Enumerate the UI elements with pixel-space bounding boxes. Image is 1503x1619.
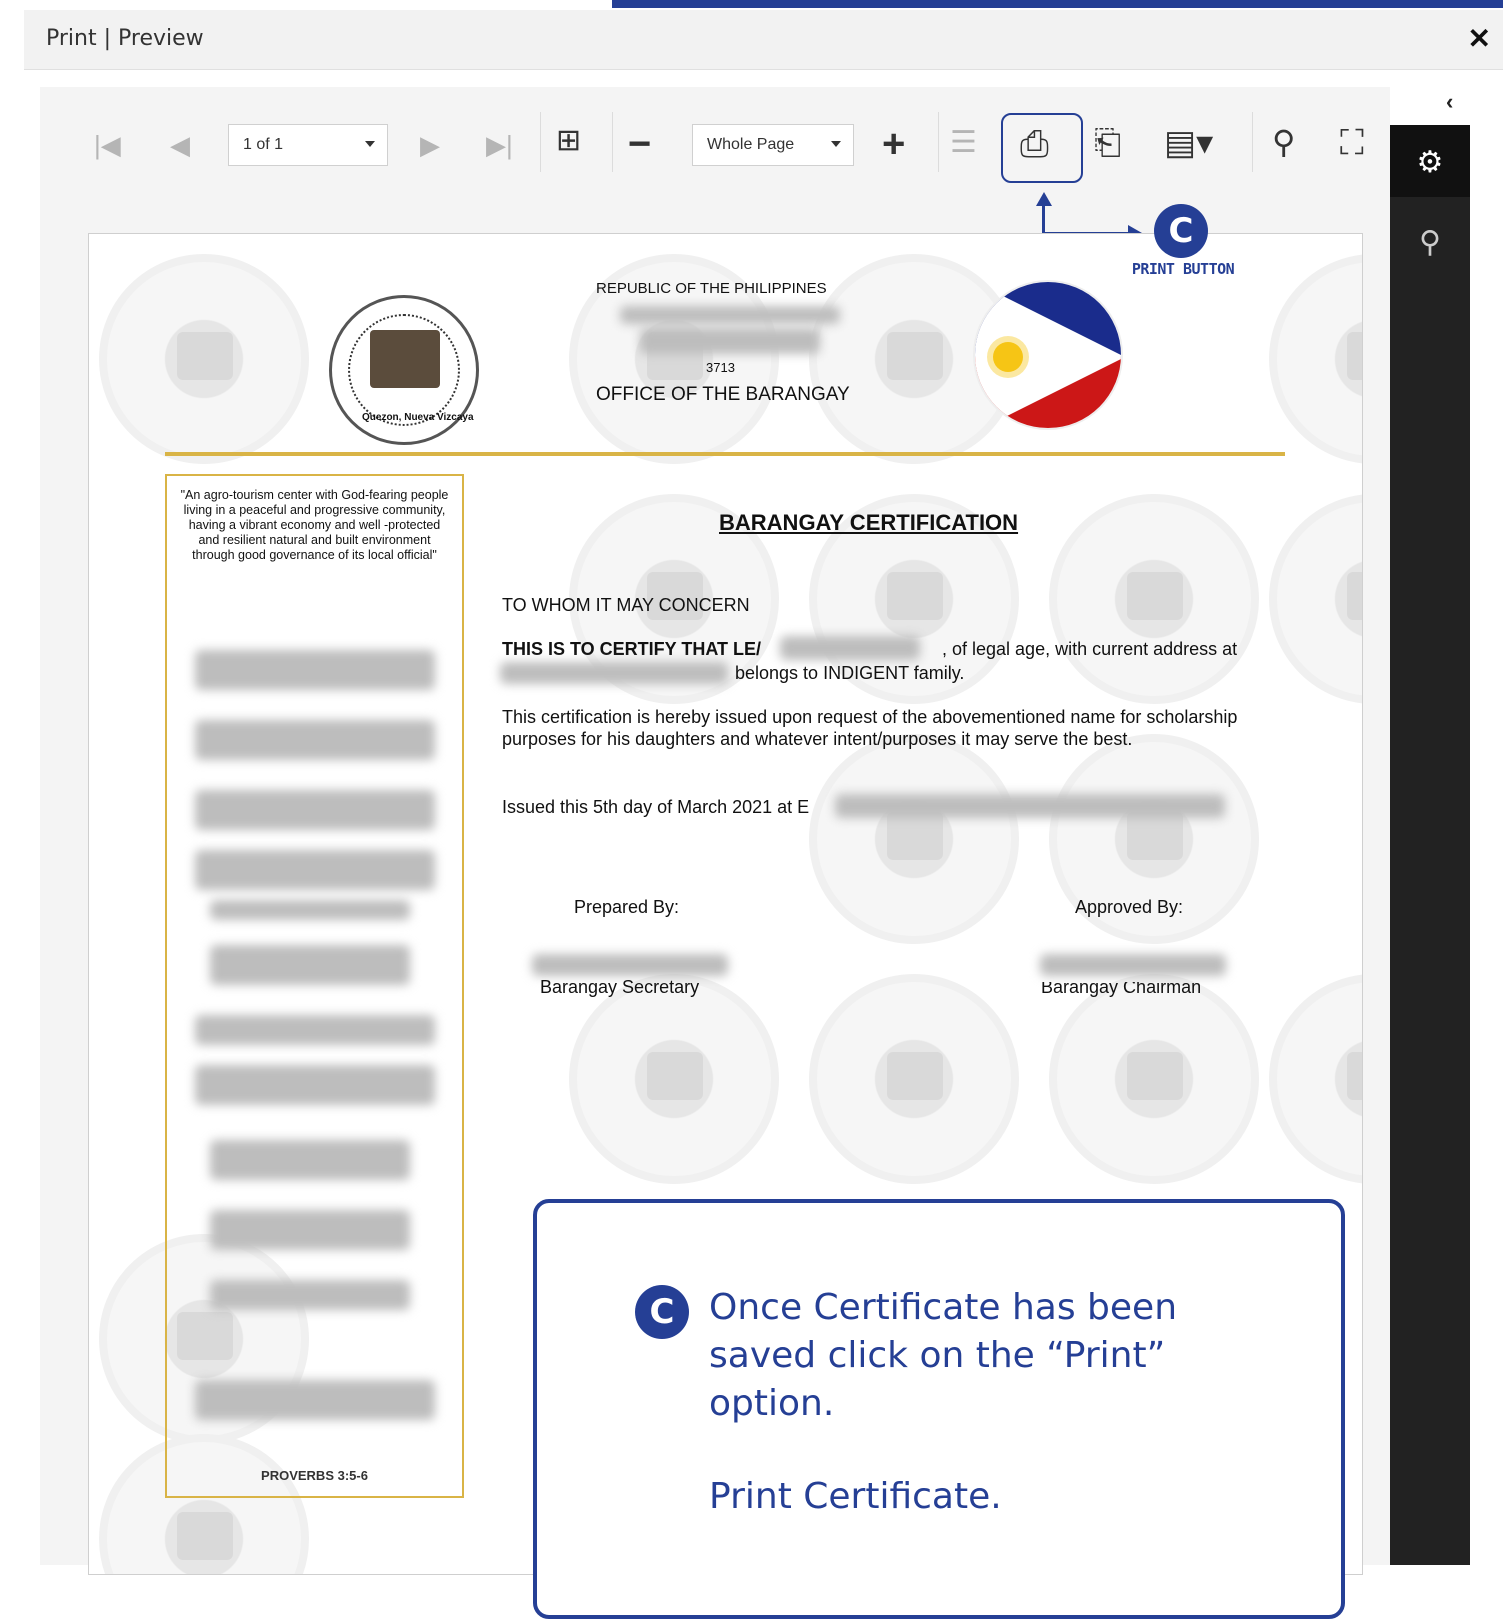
callout-badge: C	[635, 1285, 689, 1339]
panel-tabs	[1390, 125, 1470, 1565]
vision-motto: "An agro-tourism center with God-fearing…	[180, 488, 449, 562]
redacted-officials	[195, 1380, 435, 1420]
page-selector-value: 1 of 1	[243, 136, 284, 153]
annotation-label: PRINT BUTTON	[1131, 260, 1235, 278]
first-page-icon[interactable]: |◀	[94, 132, 121, 158]
next-page-icon[interactable]: ▶	[420, 132, 440, 158]
purpose-paragraph: This certification is hereby issued upon…	[502, 707, 1238, 749]
redacted-officials	[195, 1065, 435, 1105]
print-page-icon[interactable]: ⎗	[1094, 126, 1121, 160]
toolbar-divider	[1252, 112, 1253, 172]
secretary-label: Barangay Secretary	[540, 977, 700, 997]
callout-text-secondary: Print Certificate.	[709, 1476, 1002, 1517]
barangay-seal: Quezon, Nueva Vizcaya	[329, 295, 479, 445]
export-icon[interactable]: ▤▾	[1164, 126, 1213, 160]
watermark-seal	[1269, 494, 1362, 704]
header-republic: REPUBLIC OF THE PHILIPPINES	[596, 280, 827, 297]
zoom-selector-value: Whole Page	[707, 136, 795, 153]
page-selector[interactable]: 1 of 1	[228, 124, 388, 166]
officials-sidebar	[165, 474, 464, 1498]
watermark-seal	[809, 734, 1019, 944]
approved-by-label: Approved By:	[1075, 897, 1184, 917]
callout-text: Once Certificate has been saved click on…	[709, 1287, 1178, 1424]
watermark-seal	[1269, 974, 1362, 1184]
redacted-officials	[210, 1210, 410, 1250]
redacted-signature	[532, 954, 728, 976]
watermark-seal	[809, 974, 1019, 1184]
redacted-officials	[210, 900, 410, 920]
redacted-officials	[195, 850, 435, 890]
last-page-icon[interactable]: ▶|	[486, 132, 513, 158]
zoom-out-icon[interactable]: −	[628, 124, 651, 164]
brand-top-bar	[612, 0, 1503, 8]
redacted-officials	[210, 1140, 410, 1180]
prev-page-icon[interactable]: ◀	[170, 132, 190, 158]
print-icon[interactable]: ⎙	[1020, 126, 1049, 162]
collapse-panel-icon[interactable]: ‹	[1446, 89, 1453, 115]
redacted-address	[500, 662, 728, 684]
salutation: TO WHOM IT MAY CONCERN	[502, 595, 750, 615]
certify-suffix: , of legal age, with current address at	[942, 639, 1238, 659]
redacted-officials	[195, 1015, 435, 1045]
annotation-badge: C	[1154, 204, 1208, 258]
zoom-in-icon[interactable]: +	[882, 124, 905, 164]
certify-line2: belongs to INDIGENT family.	[735, 663, 965, 683]
redacted-signature	[1040, 954, 1226, 976]
redacted-name	[780, 636, 920, 660]
toolbar-divider	[612, 112, 613, 172]
seal-caption: Quezon, Nueva Vizcaya	[362, 412, 474, 423]
watermark-seal	[99, 254, 309, 464]
toolbar-divider	[540, 112, 541, 172]
right-panel-rail: ‹ ⚙ ⚲	[1390, 87, 1479, 1565]
editing-fields-icon[interactable]: ☰	[950, 128, 977, 158]
watermark-seal	[569, 974, 779, 1184]
watermark-seal	[1049, 494, 1259, 704]
header-office: OFFICE OF THE BARANGAY	[596, 384, 850, 405]
toolbar-divider	[938, 112, 939, 172]
zoom-selector[interactable]: Whole Page	[692, 124, 854, 166]
annotation-arrow-head	[1036, 192, 1052, 206]
certify-prefix: THIS IS TO CERTIFY THAT LE/	[502, 639, 762, 659]
header-divider	[165, 452, 1285, 456]
header-zip: 3713	[706, 360, 735, 375]
dialog-titlebar: Print | Preview ✕	[24, 10, 1503, 70]
redacted-text	[620, 306, 840, 324]
gear-icon[interactable]: ⚙	[1390, 145, 1470, 180]
close-icon[interactable]: ✕	[1468, 22, 1491, 55]
redacted-officials	[210, 1280, 410, 1310]
redacted-officials	[195, 720, 435, 760]
watermark-seal	[1049, 974, 1259, 1184]
redacted-place	[835, 794, 1225, 818]
redacted-officials	[195, 790, 435, 830]
redacted-officials	[195, 650, 435, 690]
issued-line: Issued this 5th day of March 2021 at E	[502, 797, 810, 817]
search-icon[interactable]: ⚲	[1272, 126, 1295, 158]
redacted-officials	[210, 945, 410, 985]
search-panel-icon[interactable]: ⚲	[1390, 225, 1470, 260]
certificate-title: BARANGAY CERTIFICATION	[719, 510, 1019, 535]
prepared-by-label: Prepared By:	[574, 897, 680, 917]
fullscreen-icon[interactable]: ⛶	[1340, 126, 1364, 160]
redacted-text	[640, 328, 820, 354]
philippine-flag-emblem	[973, 280, 1123, 430]
proverbs-label: PROVERBS 3:5-6	[261, 1468, 368, 1483]
dialog-title: Print | Preview	[46, 26, 204, 51]
multipage-icon[interactable]: ⊞	[556, 126, 581, 156]
watermark-seal	[1269, 254, 1362, 464]
